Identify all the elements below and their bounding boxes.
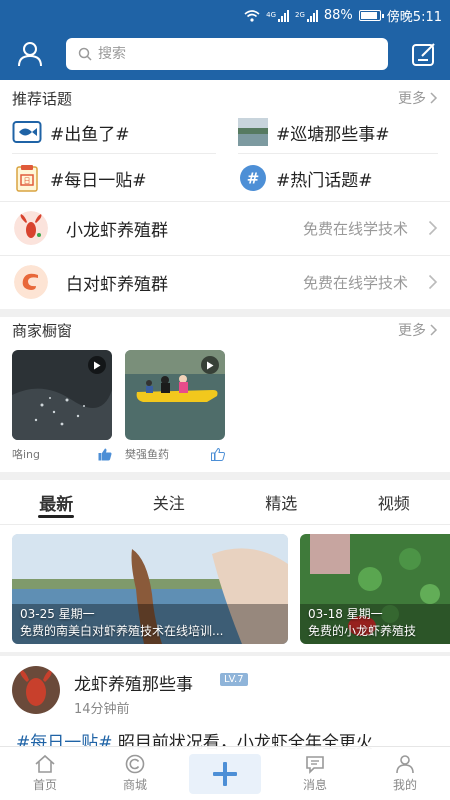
signal-icon-2 — [306, 9, 318, 22]
nav-label: 商城 — [122, 778, 147, 792]
tab-featured[interactable]: 精选 — [225, 480, 338, 524]
banner-caption: 免费的南美白对虾养殖技术在线培训... — [20, 624, 224, 638]
chevron-right-icon — [428, 274, 438, 290]
search-input[interactable] — [98, 46, 358, 62]
svg-text:#: # — [247, 170, 260, 188]
thumbs-up-icon[interactable] — [98, 448, 112, 461]
video-thumbnail[interactable] — [12, 350, 112, 440]
group-name: 小龙虾养殖群 — [66, 220, 168, 241]
shrimp-icon — [14, 265, 48, 299]
banner-card[interactable]: 03-25 星期一 免费的南美白对虾养殖技术在线培训... — [12, 534, 288, 644]
search-icon — [78, 47, 92, 61]
battery-icon — [358, 10, 384, 21]
banner-card[interactable]: 03-18 星期一 免费的小龙虾养殖技 — [300, 534, 450, 644]
feed-tabs: 最新 关注 精选 视频 — [0, 480, 450, 524]
hashtag-icon: # — [238, 163, 268, 193]
nav-home[interactable]: 首页 — [0, 747, 90, 800]
post-author[interactable]: 龙虾养殖那些事 — [74, 670, 193, 695]
tab-video[interactable]: 视频 — [338, 480, 450, 524]
play-icon — [201, 356, 219, 374]
nav-profile[interactable]: 我的 — [360, 747, 450, 800]
divider — [12, 153, 216, 154]
divider — [238, 153, 438, 154]
nav-message[interactable]: 消息 — [270, 747, 360, 800]
more-label: 更多 — [398, 323, 426, 339]
shop-window-header: 商家橱窗 更多 — [0, 314, 450, 346]
network-type-label: 4G — [266, 11, 276, 19]
topic-label: #出鱼了# — [50, 124, 130, 145]
topic-label: #巡塘那些事# — [276, 124, 390, 145]
profile-icon — [396, 755, 414, 774]
section-gap — [0, 472, 450, 480]
status-bar: 4G 2G 88% 傍晚5:11 — [0, 0, 450, 28]
fish-icon — [12, 117, 42, 147]
topic-item[interactable]: #出鱼了# — [12, 114, 130, 150]
topic-item[interactable]: 日 #每日一贴# — [12, 160, 147, 196]
play-icon — [88, 356, 106, 374]
home-icon — [35, 754, 55, 773]
group-subtitle: 免费在线学技术 — [302, 273, 408, 292]
video-thumbnail[interactable] — [125, 350, 225, 440]
group-subtitle: 免费在线学技术 — [302, 219, 408, 238]
banner-date: 03-25 星期一 — [20, 607, 95, 621]
battery-percent: 88% — [323, 8, 353, 23]
wifi-icon — [244, 9, 260, 22]
top-header: 4G 2G 88% 傍晚5:11 — [0, 0, 450, 80]
banner-caption: 免费的小龙虾养殖技 — [308, 624, 417, 638]
tab-latest[interactable]: 最新 — [0, 480, 113, 524]
more-label: 更多 — [398, 91, 426, 107]
group-name: 白对虾养殖群 — [66, 274, 168, 295]
avatar[interactable] — [12, 666, 60, 714]
divider — [0, 524, 450, 525]
nav-post[interactable] — [180, 747, 270, 800]
topic-label: #每日一贴# — [50, 170, 147, 191]
recommended-topics-header: 推荐话题 更多 — [0, 82, 450, 114]
nav-label: 我的 — [392, 778, 417, 792]
nav-mall[interactable]: 商城 — [90, 747, 180, 800]
network-type-label-2: 2G — [295, 11, 305, 19]
calendar-icon: 日 — [12, 163, 42, 193]
mall-icon — [125, 754, 145, 774]
pond-thumbnail — [238, 117, 268, 147]
svg-text:日: 日 — [24, 177, 31, 185]
post-time: 14分钟前 — [74, 702, 130, 717]
message-icon — [306, 756, 324, 774]
topic-label: #热门话题# — [276, 170, 373, 191]
section-title: 商家橱窗 — [12, 321, 73, 340]
section-gap — [0, 652, 450, 656]
topic-item[interactable]: # #热门话题# — [238, 160, 373, 196]
level-badge: LV.7 — [220, 673, 248, 686]
section-title: 推荐话题 — [12, 89, 73, 108]
nav-label: 消息 — [302, 778, 327, 792]
tab-following[interactable]: 关注 — [113, 480, 226, 524]
topic-item[interactable]: #巡塘那些事# — [238, 114, 390, 150]
thumbs-up-icon[interactable] — [211, 447, 225, 461]
clock: 傍晚5:11 — [386, 10, 442, 25]
group-row-crayfish[interactable]: 小龙虾养殖群 免费在线学技术 — [0, 201, 450, 255]
nav-label: 首页 — [32, 778, 57, 792]
edit-icon[interactable] — [410, 40, 438, 68]
signal-icon — [278, 9, 289, 22]
group-row-shrimp[interactable]: 白对虾养殖群 免费在线学技术 — [0, 255, 450, 309]
user-icon[interactable] — [16, 40, 44, 68]
shop-card[interactable]: 咯ing — [12, 350, 112, 462]
shop-name: 樊强鱼药 — [125, 448, 169, 461]
shop-name: 咯ing — [12, 448, 41, 461]
shop-card[interactable]: 樊强鱼药 — [125, 350, 225, 462]
chevron-right-icon — [430, 324, 438, 336]
plus-icon — [213, 761, 237, 786]
more-link[interactable]: 更多 — [398, 88, 438, 108]
crayfish-icon — [14, 211, 48, 245]
more-link[interactable]: 更多 — [398, 320, 438, 340]
chevron-right-icon — [428, 220, 438, 236]
chevron-right-icon — [430, 92, 438, 104]
banner-date: 03-18 星期一 — [308, 607, 383, 621]
post-button[interactable] — [189, 753, 261, 794]
search-bar[interactable] — [66, 38, 388, 70]
bottom-nav: 首页 商城 消息 我的 — [0, 746, 450, 800]
